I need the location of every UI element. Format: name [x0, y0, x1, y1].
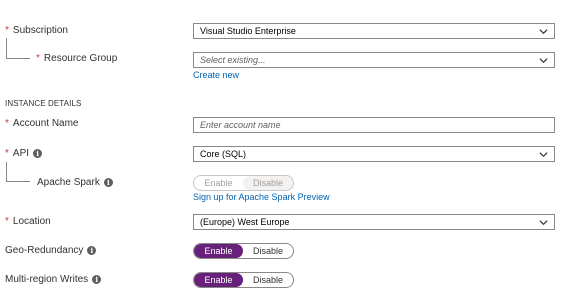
- multi-region-writes-label: Multi-region Writes i: [5, 274, 102, 285]
- instance-details-heading: INSTANCE DETAILS: [5, 99, 82, 108]
- subscription-dropdown[interactable]: Visual Studio Enterprise: [193, 23, 555, 39]
- location-dropdown[interactable]: (Europe) West Europe: [193, 214, 555, 230]
- geo-redundancy-disable-option[interactable]: Disable: [243, 244, 293, 258]
- apache-spark-toggle[interactable]: Enable Disable: [193, 175, 294, 191]
- subscription-label: * Subscription: [5, 25, 68, 36]
- api-label: * API i: [5, 148, 43, 159]
- chevron-down-icon: [539, 220, 548, 226]
- geo-redundancy-toggle[interactable]: Enable Disable: [193, 243, 294, 259]
- chevron-down-icon: [539, 58, 548, 64]
- location-label: * Location: [5, 216, 51, 227]
- multi-region-disable-option[interactable]: Disable: [243, 273, 293, 287]
- chevron-down-icon: [539, 29, 548, 35]
- tree-connector: [6, 38, 30, 59]
- geo-redundancy-label: Geo-Redundancy i: [5, 245, 97, 256]
- info-icon[interactable]: i: [103, 178, 113, 187]
- apache-spark-enable-option[interactable]: Enable: [194, 176, 243, 190]
- tree-connector: [6, 162, 30, 182]
- required-asterisk: *: [5, 25, 9, 36]
- required-asterisk: *: [5, 148, 9, 159]
- required-asterisk: *: [36, 53, 40, 64]
- apache-spark-signup-link[interactable]: Sign up for Apache Spark Preview: [193, 192, 330, 202]
- required-asterisk: *: [5, 216, 9, 227]
- chevron-down-icon: [539, 152, 548, 158]
- create-new-link[interactable]: Create new: [193, 70, 239, 80]
- resource-group-label: * Resource Group: [36, 53, 118, 64]
- account-name-input[interactable]: Enter account name: [193, 117, 555, 133]
- info-icon[interactable]: i: [87, 246, 97, 255]
- apache-spark-label: Apache Spark i: [37, 177, 113, 188]
- account-name-label: * Account Name: [5, 118, 79, 129]
- multi-region-writes-toggle[interactable]: Enable Disable: [193, 272, 294, 288]
- info-icon[interactable]: i: [33, 149, 43, 158]
- multi-region-enable-option[interactable]: Enable: [194, 273, 243, 287]
- resource-group-dropdown[interactable]: Select existing...: [193, 52, 555, 68]
- info-icon[interactable]: i: [92, 275, 102, 284]
- api-dropdown[interactable]: Core (SQL): [193, 146, 555, 162]
- required-asterisk: *: [5, 118, 9, 129]
- apache-spark-disable-option[interactable]: Disable: [243, 176, 293, 190]
- geo-redundancy-enable-option[interactable]: Enable: [194, 244, 243, 258]
